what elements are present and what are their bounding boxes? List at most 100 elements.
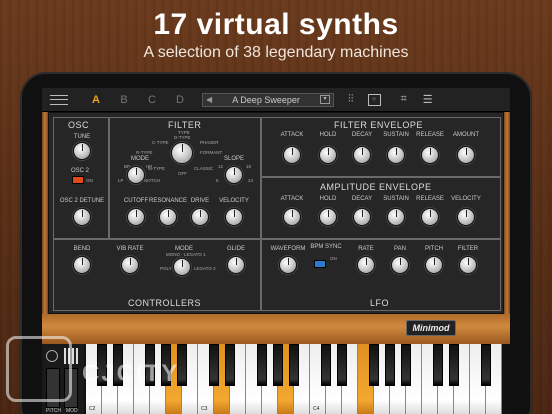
controllers-title: CONTROLLERS <box>128 298 202 308</box>
osc2-toggle[interactable] <box>72 176 84 184</box>
bend-knob[interactable] <box>73 256 91 274</box>
rtype-label: R-TYPE <box>136 150 153 155</box>
aenv-velocity-knob[interactable] <box>457 208 475 226</box>
mixer-icon[interactable]: ⫶⫶ <box>348 93 354 106</box>
bpm-sync-label: BPM SYNC <box>310 244 342 250</box>
filter-mode-knob[interactable] <box>127 166 145 184</box>
preset-slot-d[interactable]: D <box>166 94 194 106</box>
lfo-title: LFO <box>370 298 390 308</box>
glide-label: GLIDE <box>226 246 246 252</box>
off-label: OFF <box>178 171 187 176</box>
bend-label: BEND <box>73 246 91 252</box>
aenv-decay-knob[interactable] <box>353 208 371 226</box>
black-key[interactable] <box>209 344 219 386</box>
hp-label: HP <box>146 164 153 169</box>
cutoff-label: CUTOFF <box>123 198 149 204</box>
drive-knob[interactable] <box>191 208 209 226</box>
resonance-knob[interactable] <box>159 208 177 226</box>
filter-type-knob[interactable] <box>171 142 193 164</box>
preset-slot-a[interactable]: A <box>82 94 110 106</box>
slope-24-label: 24 <box>248 178 254 183</box>
black-key[interactable] <box>225 344 235 386</box>
fenv-amount-knob[interactable] <box>457 146 475 164</box>
bpm-sync-toggle[interactable] <box>314 260 326 268</box>
aenv-attack-label: ATTACK <box>280 196 304 202</box>
fenv-sustain-knob[interactable] <box>387 146 405 164</box>
black-key[interactable] <box>449 344 459 386</box>
fenv-decay-knob[interactable] <box>353 146 371 164</box>
fenv-attack-knob[interactable] <box>283 146 301 164</box>
black-key[interactable] <box>369 344 379 386</box>
vib-rate-knob[interactable] <box>121 256 139 274</box>
fenv-decay-label: DECAY <box>351 132 373 138</box>
tune-label: TUNE <box>73 134 91 140</box>
minimod-logo: Minimod <box>406 320 456 336</box>
save-preset-icon[interactable]: ▾ <box>320 95 330 104</box>
aenv-attack-knob[interactable] <box>283 208 301 226</box>
synth-panel: OSC TUNE OSC 2 ON OSC 2 DETUNE FILTER TY… <box>48 112 504 314</box>
resonance-label: RESONANCE <box>148 198 188 204</box>
black-key[interactable] <box>257 344 267 386</box>
mod-label: MOD <box>66 408 78 414</box>
aenv-velocity-label: VELOCITY <box>451 196 481 202</box>
headline: 17 virtual synths <box>153 8 399 41</box>
slope-knob[interactable] <box>225 166 243 184</box>
filter-velocity-label: VELOCITY <box>219 198 249 204</box>
aenv-hold-label: HOLD <box>319 196 337 202</box>
cutoff-knob[interactable] <box>127 208 145 226</box>
osc2-detune-label: OSC 2 DETUNE <box>59 198 105 204</box>
slope-6-label: 6 <box>216 178 219 183</box>
menu-icon[interactable] <box>50 94 68 105</box>
classic-label: CLASSIC <box>194 166 214 171</box>
aenv-release-knob[interactable] <box>421 208 439 226</box>
tune-knob[interactable] <box>73 142 91 160</box>
black-key[interactable] <box>289 344 299 386</box>
waveform-label: WAVEFORM <box>270 246 306 252</box>
lfo-filter-knob[interactable] <box>459 256 477 274</box>
black-key[interactable] <box>337 344 347 386</box>
black-key[interactable] <box>433 344 443 386</box>
controller-mode-knob[interactable] <box>173 258 191 276</box>
lfo-filter-label: FILTER <box>457 246 479 252</box>
notch-label: NOTCH <box>144 178 160 183</box>
black-key[interactable] <box>321 344 331 386</box>
phaser-label: PHASER <box>200 140 219 145</box>
aenv-release-label: RELEASE <box>416 196 444 202</box>
black-key[interactable] <box>273 344 283 386</box>
lfo-section: WAVEFORM BPM SYNC ON RATE PAN PITCH FILT… <box>261 239 501 311</box>
dtype-label: D-TYPE <box>174 135 191 140</box>
preset-slot-c[interactable]: C <box>138 94 166 106</box>
lfo-pitch-knob[interactable] <box>425 256 443 274</box>
lp-label: LP <box>118 178 124 183</box>
waveform-knob[interactable] <box>279 256 297 274</box>
preset-slot-b[interactable]: B <box>110 94 138 106</box>
bpm-sync-on-label: ON <box>330 256 337 261</box>
aenv-decay-label: DECAY <box>351 196 373 202</box>
slope-12-label: 12 <box>218 164 224 169</box>
fenv-release-knob[interactable] <box>421 146 439 164</box>
glide-knob[interactable] <box>227 256 245 274</box>
fenv-hold-label: HOLD <box>319 132 337 138</box>
mono-legato-label: MONO - LEGATO 1 <box>166 252 206 257</box>
lfo-pitch-label: PITCH <box>425 246 443 252</box>
aenv-sustain-knob[interactable] <box>387 208 405 226</box>
arpeggiator-icon[interactable]: ⌗ <box>401 93 407 106</box>
black-key[interactable] <box>385 344 395 386</box>
pitch-label: PITCH <box>46 408 61 414</box>
lfo-rate-knob[interactable] <box>357 256 375 274</box>
filter-title: FILTER <box>168 120 202 130</box>
effects-icon[interactable]: ⁘ <box>367 93 381 106</box>
lfo-pan-knob[interactable] <box>391 256 409 274</box>
osc-section: OSC TUNE OSC 2 ON OSC 2 DETUNE <box>53 117 109 239</box>
amplitude-envelope-section: AMPLITUDE ENVELOPE ATTACK HOLD DECAY SUS… <box>261 177 501 239</box>
watermark-text: CJCITY <box>82 360 180 387</box>
black-key[interactable] <box>481 344 491 386</box>
fenv-hold-knob[interactable] <box>319 146 337 164</box>
osc2-detune-knob[interactable] <box>73 208 91 226</box>
filter-velocity-knob[interactable] <box>225 208 243 226</box>
preset-selector[interactable]: ◀ A Deep Sweeper ▾ <box>202 92 334 107</box>
aenv-hold-knob[interactable] <box>319 208 337 226</box>
filter-section: FILTER TYPE D-TYPE C-TYPE PHASER R-TYPE … <box>109 117 261 239</box>
black-key[interactable] <box>401 344 411 386</box>
keyboard-toggle-icon[interactable]: ☰ <box>423 93 433 106</box>
